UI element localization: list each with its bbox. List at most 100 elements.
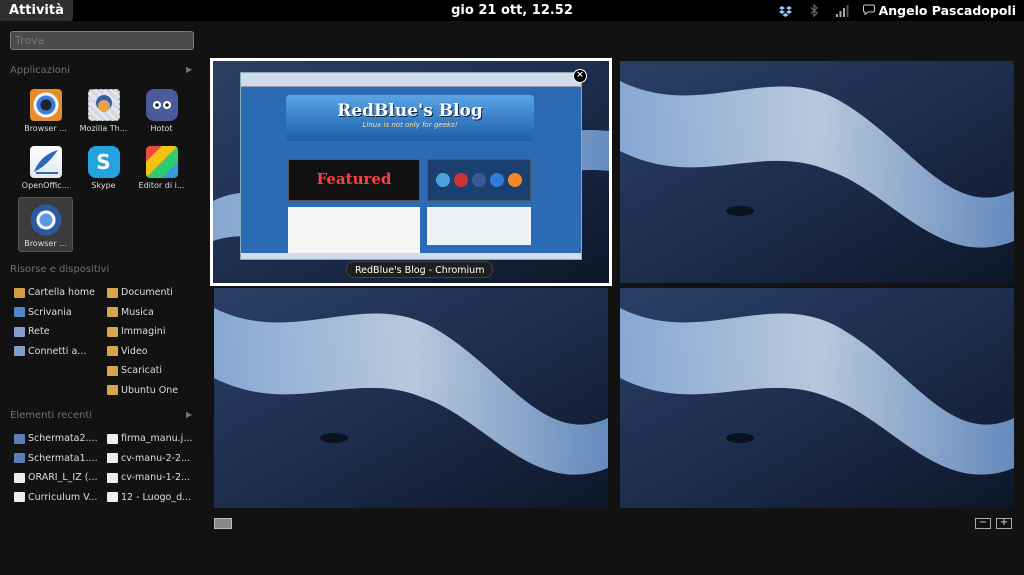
close-window-button[interactable]: ×: [573, 69, 587, 83]
recent-item[interactable]: Curriculum V...: [14, 488, 107, 508]
feed-icon: [436, 173, 450, 187]
folder-icon: [107, 287, 118, 298]
blog-widget: [427, 207, 531, 245]
recent-item[interactable]: ORARI_L_IZ (...: [14, 468, 107, 488]
user-menu[interactable]: Angelo Pascadopoli: [862, 0, 1016, 21]
place-connetti[interactable]: Connetti a...: [14, 342, 107, 362]
recent-label: 12 - Luogo_d...: [121, 491, 192, 503]
image-editor-icon: [145, 146, 178, 178]
screenshot-icon: [14, 433, 25, 444]
place-label: Scrivania: [28, 306, 72, 318]
place-home[interactable]: Cartella home: [14, 283, 107, 303]
place-video[interactable]: Video: [107, 342, 193, 362]
places-list: Cartella home Documenti Scrivania Musica…: [14, 283, 193, 400]
place-label: Documenti: [121, 287, 173, 299]
browser-eye-icon: [29, 89, 62, 121]
recent-item[interactable]: cv-manu-2-2...: [107, 449, 193, 469]
place-label: Video: [121, 345, 148, 357]
place-scaricati[interactable]: Scaricati: [107, 361, 193, 381]
applications-grid: Browser ... Mozilla Th... Hotot OpenOffi…: [18, 83, 189, 254]
recent-title[interactable]: Elementi recenti: [10, 410, 92, 421]
dropbox-icon[interactable]: [779, 4, 793, 18]
place-ubuntu-one[interactable]: Ubuntu One: [107, 381, 193, 401]
wallpaper: [620, 61, 1014, 283]
social-icons: [427, 159, 531, 201]
image-file-icon: [107, 433, 118, 444]
folder-icon: [107, 365, 118, 376]
recent-label: ORARI_L_IZ (...: [28, 472, 98, 484]
bluetooth-icon[interactable]: [807, 4, 821, 18]
place-label: Ubuntu One: [121, 384, 179, 396]
recent-item[interactable]: cv-manu-1-2...: [107, 468, 193, 488]
folder-icon: [107, 385, 118, 396]
recent-item[interactable]: Schermata2....: [14, 429, 107, 449]
browser-statusbar: [241, 253, 581, 259]
browser-tabbar: [241, 73, 581, 87]
app-openoffice[interactable]: OpenOffic...: [18, 140, 73, 195]
blog-post-preview: [288, 207, 420, 253]
workspace-switcher-indicator[interactable]: [214, 518, 232, 529]
document-icon: [107, 453, 118, 464]
folder-icon: [107, 326, 118, 337]
place-label: Cartella home: [28, 287, 95, 299]
app-label: Skype: [91, 181, 116, 190]
blog-header: RedBlue's Blog Linux is not only for gee…: [286, 95, 534, 141]
recent-item[interactable]: 12 - Luogo_d...: [107, 488, 193, 508]
app-browser-eye[interactable]: Browser ...: [18, 83, 73, 138]
blog-tagline: Linux is not only for geeks!: [362, 121, 458, 129]
workspace-4[interactable]: [620, 288, 1014, 508]
chromium-icon: [29, 204, 62, 236]
remove-workspace-button[interactable]: −: [975, 518, 991, 529]
workspace-2[interactable]: [620, 61, 1014, 283]
place-empty: [14, 381, 107, 401]
network-signal-icon[interactable]: [835, 4, 849, 18]
user-name: Angelo Pascadopoli: [878, 3, 1016, 18]
applications-expand-icon[interactable]: ▶: [186, 65, 192, 74]
app-label: OpenOffic...: [21, 181, 70, 190]
workspace-3[interactable]: [214, 288, 608, 508]
app-hotot[interactable]: Hotot: [134, 83, 189, 138]
openoffice-icon: [29, 146, 62, 178]
system-tray: Angelo Pascadopoli: [779, 0, 1016, 21]
place-label: Rete: [28, 326, 50, 338]
rss-icon: [508, 173, 522, 187]
top-panel: Attività gio 21 ott, 12.52 Angelo Pascad…: [0, 0, 1024, 21]
app-skype[interactable]: S Skype: [76, 140, 131, 195]
thunderbird-icon: [87, 89, 120, 121]
workspace-1[interactable]: RedBlue's Blog Linux is not only for gee…: [210, 58, 612, 286]
app-mozilla-thunderbird[interactable]: Mozilla Th...: [76, 83, 131, 138]
desktop-icon: [14, 307, 25, 318]
search-input[interactable]: [10, 31, 194, 50]
connect-server-icon: [14, 346, 25, 357]
wallpaper: [214, 288, 608, 508]
recent-expand-icon[interactable]: ▶: [186, 410, 192, 419]
user-status-icon: [862, 0, 875, 21]
folder-icon: [107, 346, 118, 357]
recent-label: Curriculum V...: [28, 491, 98, 503]
applications-title[interactable]: Applicazioni: [10, 65, 70, 76]
app-label: Browser ...: [24, 124, 67, 133]
home-folder-icon: [14, 287, 25, 298]
recent-item[interactable]: Schermata1....: [14, 449, 107, 469]
window-caption: RedBlue's Blog - Chromium: [346, 261, 494, 278]
place-scrivania[interactable]: Scrivania: [14, 303, 107, 323]
place-musica[interactable]: Musica: [107, 303, 193, 323]
add-workspace-button[interactable]: +: [996, 518, 1012, 529]
chromium-window-thumbnail[interactable]: RedBlue's Blog Linux is not only for gee…: [240, 72, 582, 260]
place-immagini[interactable]: Immagini: [107, 322, 193, 342]
place-rete[interactable]: Rete: [14, 322, 107, 342]
place-documenti[interactable]: Documenti: [107, 283, 193, 303]
featured-banner: Featured: [288, 159, 420, 201]
place-label: Musica: [121, 306, 154, 318]
recent-label: cv-manu-2-2...: [121, 452, 191, 464]
place-empty: [14, 361, 107, 381]
blog-title: RedBlue's Blog: [337, 101, 483, 121]
app-chromium-browser[interactable]: Browser ...: [18, 197, 73, 252]
app-image-editor[interactable]: Editor di i...: [134, 140, 189, 195]
place-label: Immagini: [121, 326, 166, 338]
app-label: Mozilla Th...: [79, 124, 128, 133]
app-label: Hotot: [150, 124, 173, 133]
document-icon: [14, 492, 25, 503]
skype-icon: S: [87, 146, 120, 178]
recent-item[interactable]: firma_manu.j...: [107, 429, 193, 449]
